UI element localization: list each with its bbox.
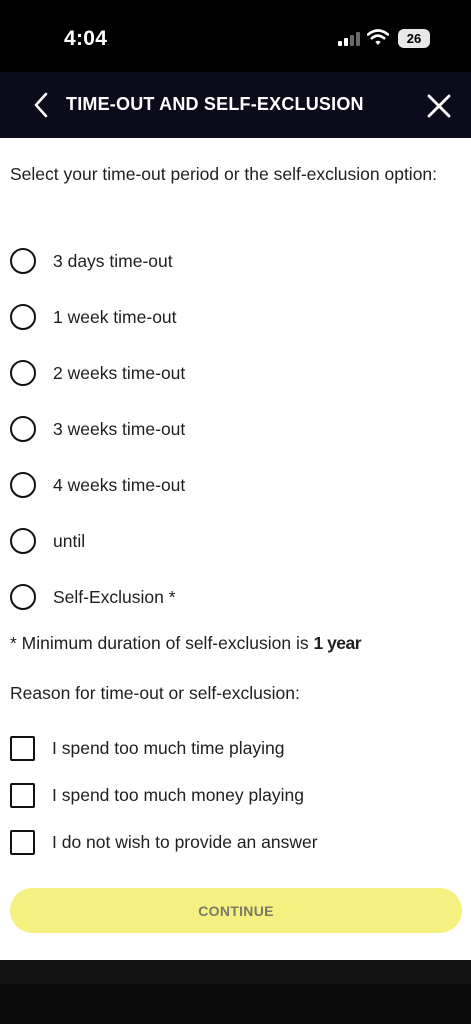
- back-chevron-icon[interactable]: [28, 90, 54, 120]
- radio-button[interactable]: [10, 304, 36, 330]
- option-self-exclusion[interactable]: Self-Exclusion *: [10, 582, 176, 612]
- bottom-bar: [0, 960, 471, 1024]
- status-bar: 4:04 26: [0, 0, 471, 72]
- option-label: 4 weeks time-out: [53, 474, 186, 495]
- option-1-week[interactable]: 1 week time-out: [10, 302, 177, 332]
- battery-indicator: 26: [398, 29, 430, 48]
- radio-button[interactable]: [10, 472, 36, 498]
- option-label: Self-Exclusion *: [53, 586, 176, 607]
- reason-label: I spend too much time playing: [52, 737, 285, 758]
- cellular-signal-icon: [338, 32, 360, 46]
- option-label: 3 weeks time-out: [53, 418, 186, 439]
- reason-too-much-time[interactable]: I spend too much time playing: [10, 734, 285, 762]
- option-label: 1 week time-out: [53, 306, 177, 327]
- radio-button[interactable]: [10, 248, 36, 274]
- option-label: 2 weeks time-out: [53, 362, 186, 383]
- wifi-icon: [367, 29, 389, 45]
- radio-button[interactable]: [10, 360, 36, 386]
- reason-heading: Reason for time-out or self-exclusion:: [10, 683, 300, 703]
- checkbox[interactable]: [10, 782, 35, 808]
- note-duration: 1 year: [313, 633, 362, 653]
- reason-too-much-money[interactable]: I spend too much money playing: [10, 781, 304, 809]
- option-until[interactable]: until: [10, 526, 85, 556]
- radio-button[interactable]: [10, 584, 36, 610]
- reason-label: I do not wish to provide an answer: [52, 831, 318, 852]
- self-exclusion-note: * Minimum duration of self-exclusion is …: [10, 633, 362, 654]
- status-time: 4:04: [64, 27, 108, 50]
- selection-form: Select your time-out period or the self-…: [0, 138, 471, 960]
- form-intro-text: Select your time-out period or the self-…: [10, 164, 438, 184]
- page-title: TIME-OUT AND SELF-EXCLUSION: [66, 94, 364, 114]
- radio-button[interactable]: [10, 416, 36, 442]
- reason-no-answer[interactable]: I do not wish to provide an answer: [10, 828, 318, 856]
- option-3-weeks[interactable]: 3 weeks time-out: [10, 414, 185, 444]
- checkbox[interactable]: [10, 735, 35, 761]
- option-label: until: [53, 530, 86, 551]
- option-2-weeks[interactable]: 2 weeks time-out: [10, 358, 185, 388]
- continue-button[interactable]: CONTINUE: [10, 888, 462, 933]
- option-label: 3 days time-out: [53, 250, 173, 271]
- option-3-days[interactable]: 3 days time-out: [10, 246, 173, 276]
- close-icon[interactable]: [425, 92, 453, 120]
- top-nav-bar: TIME-OUT AND SELF-EXCLUSION: [0, 72, 471, 138]
- reason-label: I spend too much money playing: [52, 784, 304, 805]
- option-4-weeks[interactable]: 4 weeks time-out: [10, 470, 185, 500]
- bottom-band: [0, 960, 471, 984]
- note-text: * Minimum duration of self-exclusion is: [10, 633, 309, 653]
- radio-button[interactable]: [10, 528, 36, 554]
- checkbox[interactable]: [10, 829, 35, 855]
